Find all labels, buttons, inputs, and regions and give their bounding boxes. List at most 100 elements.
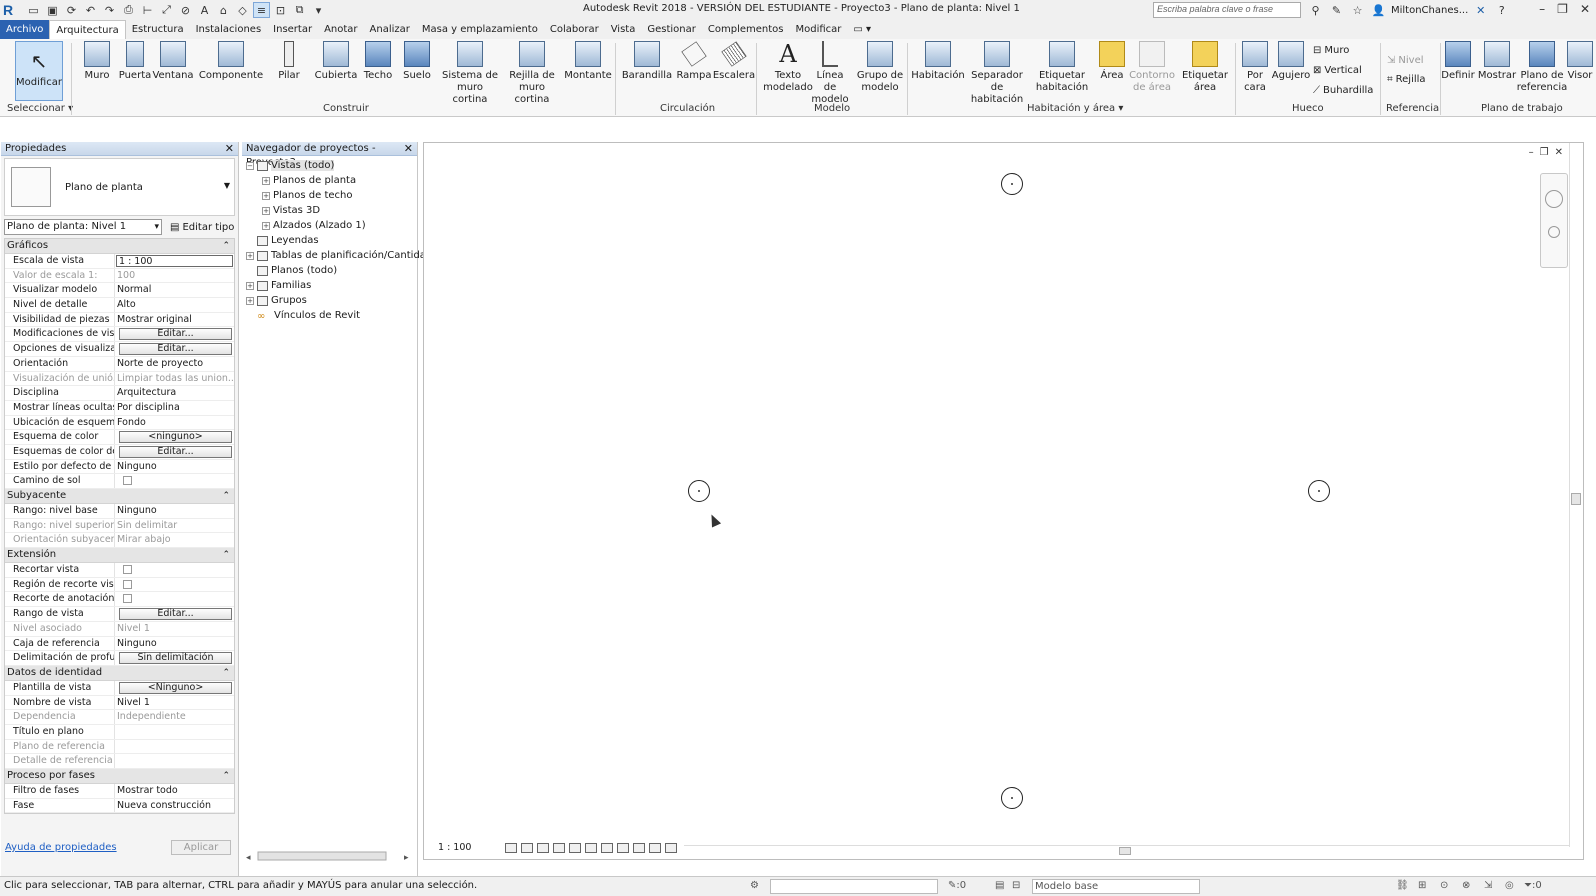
property-value[interactable] <box>115 563 234 577</box>
expand-icon[interactable]: + <box>262 206 270 215</box>
door-button[interactable]: Puerta <box>118 41 152 82</box>
save-icon[interactable]: ▣ <box>44 2 61 18</box>
property-edit-button[interactable]: Editar... <box>119 445 232 458</box>
property-value[interactable] <box>115 578 234 592</box>
group-habitacion[interactable]: Habitación y área ▾ <box>1027 103 1123 114</box>
property-value[interactable]: Fondo <box>115 416 234 430</box>
open-icon[interactable]: ▭ <box>25 2 42 18</box>
property-value[interactable]: Mostrar original <box>115 313 234 327</box>
ramp-button[interactable]: Rampa <box>676 41 712 82</box>
property-value[interactable] <box>115 474 234 488</box>
select-by-face-icon[interactable]: ⊗ <box>1462 880 1470 891</box>
filter-icon[interactable]: ⏷:0 <box>1524 880 1542 891</box>
tab-estructura[interactable]: Estructura <box>126 20 190 39</box>
viewer-button[interactable]: Visor <box>1566 41 1594 82</box>
property-value[interactable] <box>115 592 234 606</box>
expand-icon[interactable]: + <box>246 251 254 260</box>
tab-analizar[interactable]: Analizar <box>364 20 416 39</box>
ref-plane-button[interactable]: Plano de referencia <box>1517 41 1567 94</box>
select-pinned-icon[interactable]: ⊙ <box>1440 880 1448 891</box>
vertical-opening-button[interactable]: ⊠ Vertical <box>1313 65 1362 76</box>
property-value[interactable]: Nivel 1 <box>115 696 234 710</box>
tab-gestionar[interactable]: Gestionar <box>641 20 702 39</box>
shaft-button[interactable]: Agujero <box>1271 41 1311 82</box>
property-value[interactable]: 1 : 100 <box>116 255 233 267</box>
area-button[interactable]: Área <box>1098 41 1126 82</box>
shadows-icon[interactable] <box>553 842 566 853</box>
tab-masa[interactable]: Masa y emplazamiento <box>416 20 544 39</box>
expand-icon[interactable]: + <box>262 221 270 230</box>
set-workplane-button[interactable]: Definir <box>1441 41 1475 82</box>
property-value[interactable]: Editar... <box>115 445 234 459</box>
roof-button[interactable]: Cubierta <box>315 41 357 82</box>
elevation-marker-north[interactable] <box>1001 173 1023 195</box>
properties-help-link[interactable]: Ayuda de propiedades <box>5 842 117 853</box>
close-hidden-icon[interactable]: ⊡ <box>272 2 289 18</box>
select-underlay-icon[interactable]: ⊞ <box>1418 880 1426 891</box>
elevation-marker-west[interactable] <box>688 480 710 502</box>
column-button[interactable]: Pilar <box>276 41 302 82</box>
property-checkbox[interactable] <box>123 565 132 575</box>
property-value[interactable]: Mostrar todo <box>115 784 234 798</box>
property-section-header[interactable]: Extensión <box>5 548 234 564</box>
curtain-system-button[interactable]: Sistema de muro cortina <box>439 41 501 106</box>
detail-level-icon[interactable] <box>505 842 518 853</box>
minimize-view-icon[interactable]: – <box>1529 147 1534 158</box>
revit-logo[interactable]: R <box>3 2 19 18</box>
property-value[interactable]: Editar... <box>115 607 234 621</box>
model-line-button[interactable]: Línea de modelo <box>810 41 850 106</box>
curtain-grid-button[interactable]: Rejilla de muro cortina <box>503 41 561 106</box>
property-value[interactable]: Normal <box>115 283 234 297</box>
property-section-header[interactable]: Datos de identidad <box>5 665 234 681</box>
selection-icon[interactable]: ▤ <box>995 880 1004 891</box>
property-edit-button[interactable]: <ninguno> <box>119 431 232 444</box>
mullion-button[interactable]: Montante <box>564 41 612 82</box>
zoom-icon[interactable] <box>1548 226 1560 238</box>
property-value[interactable] <box>115 725 234 739</box>
3d-view-icon[interactable]: ⌂ <box>215 2 232 18</box>
search-input[interactable]: Escriba palabra clave o frase <box>1153 2 1301 18</box>
tree-node-planos-planta[interactable]: + Planos de planta <box>262 175 356 186</box>
wall-opening-button[interactable]: ⊟ Muro <box>1313 45 1349 56</box>
crop-view-icon[interactable] <box>569 842 582 853</box>
stair-button[interactable]: Escalera <box>713 41 755 82</box>
redo-icon[interactable]: ↷ <box>101 2 118 18</box>
text-icon[interactable]: A <box>196 2 213 18</box>
edit-type-button[interactable]: ▤ Editar tipo <box>170 222 234 233</box>
tab-anotar[interactable]: Anotar <box>318 20 363 39</box>
ribbon-options-icon[interactable]: ▭ ▾ <box>847 20 877 39</box>
editable-icon[interactable]: ✎:0 <box>948 880 966 891</box>
tag-icon[interactable]: ⊘ <box>177 2 194 18</box>
subscription-icon[interactable]: ✎ <box>1328 2 1345 18</box>
property-edit-button[interactable]: Editar... <box>119 608 232 621</box>
section-icon[interactable]: ◇ <box>234 2 251 18</box>
design-options-icon[interactable]: ⊟ <box>1012 880 1020 891</box>
view-scale[interactable]: 1 : 100 <box>438 842 471 853</box>
highlight-icon[interactable] <box>665 842 678 853</box>
tree-node-planos[interactable]: Planos (todo) <box>257 265 337 276</box>
reveal-hidden-icon[interactable] <box>617 842 630 853</box>
elevation-marker-east[interactable] <box>1308 480 1330 502</box>
property-section-header[interactable]: Proceso por fases <box>5 769 234 784</box>
expand-icon[interactable]: + <box>246 281 254 290</box>
room-separator-button[interactable]: Separador de habitación <box>964 41 1030 106</box>
close-icon[interactable]: ✕ <box>225 142 234 156</box>
drawing-canvas[interactable]: – ❐ ✕ 1 : 100 <box>423 142 1584 860</box>
background-process-icon[interactable]: ◎ <box>1505 880 1514 891</box>
expand-icon[interactable]: + <box>262 176 270 185</box>
window-button[interactable]: Ventana <box>152 41 194 82</box>
tab-colaborar[interactable]: Colaborar <box>544 20 605 39</box>
tree-node-vinculos[interactable]: ∞ Vínculos de Revit <box>257 310 360 322</box>
modify-button[interactable]: ↖ Modificar <box>15 41 63 101</box>
design-option-selector[interactable]: Modelo base <box>1032 879 1200 894</box>
tab-modificar[interactable]: Modificar <box>789 20 847 39</box>
select-dropdown[interactable]: Seleccionar ▾ <box>7 103 73 114</box>
tab-complementos[interactable]: Complementos <box>702 20 790 39</box>
close-view-icon[interactable]: ✕ <box>1555 147 1563 158</box>
help-icon[interactable]: ? <box>1493 2 1510 18</box>
apply-button[interactable]: Aplicar <box>171 840 231 855</box>
property-value[interactable]: Arquitectura <box>115 386 234 400</box>
expand-icon[interactable]: + <box>246 296 254 305</box>
collapse-icon[interactable]: − <box>246 161 254 170</box>
tree-node-vistas[interactable]: − Vistas (todo) <box>246 160 335 171</box>
